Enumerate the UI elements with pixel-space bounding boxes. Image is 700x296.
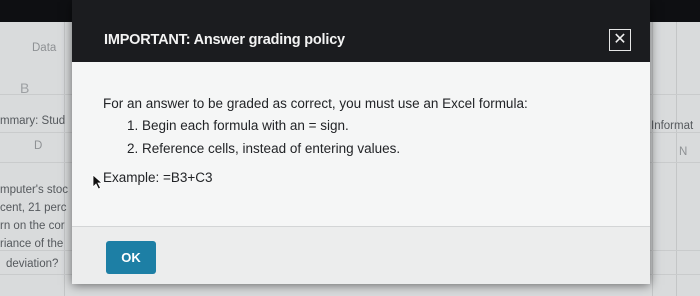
question-line: rn on the cor bbox=[0, 220, 65, 232]
dialog-body: For an answer to be graded as correct, y… bbox=[72, 62, 650, 226]
question-line: mputer's stoc bbox=[0, 184, 69, 196]
mouse-pointer-icon bbox=[92, 174, 104, 190]
close-button[interactable]: ✕ bbox=[609, 29, 631, 51]
dialog-header: IMPORTANT: Answer grading policy ✕ bbox=[72, 0, 650, 62]
question-line: cent, 21 perc bbox=[0, 202, 67, 214]
policy-step: 2. Reference cells, instead of entering … bbox=[127, 141, 401, 156]
close-icon: ✕ bbox=[613, 31, 627, 48]
grid-line bbox=[652, 22, 653, 296]
grid-line bbox=[676, 22, 677, 296]
column-letter-b: B bbox=[20, 80, 30, 96]
question-line: riance of the bbox=[0, 238, 64, 250]
grading-policy-dialog: IMPORTANT: Answer grading policy ✕ For a… bbox=[72, 0, 650, 284]
grid-line bbox=[64, 22, 65, 296]
column-letter-n: N bbox=[679, 146, 688, 158]
dialog-title: IMPORTANT: Answer grading policy bbox=[104, 32, 345, 48]
ok-button[interactable]: OK bbox=[106, 241, 156, 274]
policy-step: 1. Begin each formula with an = sign. bbox=[127, 118, 349, 133]
policy-intro: For an answer to be graded as correct, y… bbox=[103, 96, 528, 111]
right-label: Informat bbox=[651, 120, 694, 132]
summary-label: mmary: Stud bbox=[0, 115, 66, 127]
column-letter-d: D bbox=[34, 140, 43, 152]
dialog-footer: OK bbox=[72, 226, 650, 284]
formula-example: Example: =B3+C3 bbox=[103, 170, 213, 185]
column-header-data: Data bbox=[32, 42, 57, 54]
question-line: deviation? bbox=[6, 258, 59, 270]
